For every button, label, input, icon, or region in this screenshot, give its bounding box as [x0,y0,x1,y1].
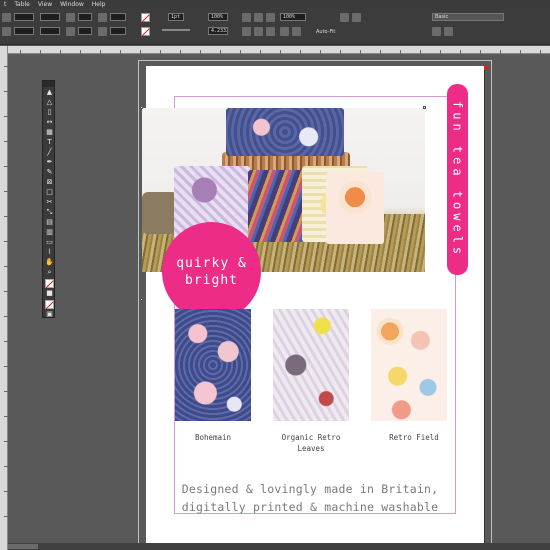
page-icon[interactable]: ▯ [45,108,54,117]
auto-fit-label[interactable]: Auto-Fit [316,29,335,35]
constrain-icon[interactable] [2,27,11,36]
fill-frame-icon[interactable] [280,27,289,36]
blue-towel [226,108,344,156]
caption-organic-retro-leaves: Organic Retro Leaves [262,432,360,454]
content-collector-icon[interactable]: ▦ [45,128,54,137]
product-image-organic-retro-leaves[interactable] [273,309,349,421]
caption-bohemain: Bohemain [194,433,232,442]
shadow-icon[interactable] [444,27,453,36]
tagline-line-2: digitally printed & machine washable [181,500,439,514]
scrollbar-thumb[interactable] [8,544,38,549]
reference-point-icon[interactable] [2,13,11,22]
opacity-field[interactable]: 100% [208,13,228,21]
menu-item-table[interactable]: Table [10,1,34,8]
scissors-icon[interactable]: ✂ [45,198,54,207]
gradient-feather-icon[interactable]: ▥ [45,228,54,237]
select-container-icon[interactable] [292,27,301,36]
control-panel: 1pt 100% 4.2333 mm 100% Auto-Fit Basic [0,9,550,45]
note-icon[interactable]: ▭ [45,238,54,247]
menu-item-window[interactable]: Window [56,1,88,8]
indesign-window: t Table View Window Help 1pt 100% 4.2333… [0,0,550,550]
view-mode-icon[interactable]: ▣ [45,310,54,319]
scale-x-field[interactable] [78,13,92,21]
quirky-bright-badge[interactable]: quirky & bright [162,222,261,321]
scale-y-field[interactable] [78,27,92,35]
shear-field[interactable] [110,27,126,35]
pen-icon[interactable]: ✒ [45,158,54,167]
type-icon[interactable]: T [45,138,54,147]
style-dropdown[interactable]: Basic [432,13,504,21]
apply-color-icon[interactable]: ■ [45,289,54,298]
stroke-weight-field[interactable]: 1pt [168,13,184,21]
zoom-icon[interactable]: ⌕ [45,268,54,277]
scale-x-icon[interactable] [66,13,75,22]
frame-handle[interactable] [140,106,143,109]
menu-bar: t Table View Window Help [0,0,550,9]
fit-content-icon[interactable] [254,27,263,36]
menu-item-view[interactable]: View [34,1,56,8]
wrap-shape-icon[interactable] [352,13,361,22]
tools-panel: ▲ △ ▯ ↔ ▦ T ╱ ✒ ✎ ⊠ □ ✂ ⤡ ▤ ▥ ▭ ⌇ ✋ ⌕ ■ … [42,80,55,318]
wrap-icon[interactable] [340,13,349,22]
caption-retro-field: Retro Field [389,433,439,442]
fill-none-swatch[interactable] [141,13,150,22]
striped-towel [248,170,304,242]
rectangle-frame-icon[interactable]: ⊠ [45,178,54,187]
menu-item-t[interactable]: t [0,1,10,8]
apply-none-swatch[interactable] [45,300,54,309]
gradient-swatch-icon[interactable]: ▤ [45,218,54,227]
menu-item-help[interactable]: Help [88,1,110,8]
fit-frame-icon[interactable] [242,27,251,36]
shear-icon[interactable] [98,27,107,36]
zoom-field[interactable]: 100% [280,13,306,21]
rock [142,192,178,234]
free-transform-icon[interactable]: ⤡ [45,208,54,217]
tagline-line-1: Designed & lovingly made in Britain, [181,482,439,496]
product-image-bohemain[interactable] [175,309,251,421]
hand-icon[interactable]: ✋ [45,258,54,267]
vertical-badge-text: fun tea towels [450,100,465,259]
fill-stroke-swatch[interactable] [45,279,54,288]
badge-line-2: bright [185,272,238,288]
frame-marker [484,66,488,70]
caption-line-1: Organic Retro [281,433,341,442]
selection-icon[interactable]: ▲ [45,88,54,97]
x-field[interactable] [14,13,34,21]
rectangle-icon[interactable]: □ [45,188,54,197]
tools-panel-grip[interactable] [43,81,54,87]
scale-y-icon[interactable] [66,27,75,36]
center-content-icon[interactable] [266,27,275,36]
product-image-retro-field[interactable] [371,309,447,421]
caption-line-2: Leaves [297,444,325,453]
pencil-icon[interactable]: ✎ [45,168,54,177]
height-field[interactable] [40,27,60,35]
vertical-ruler[interactable] [0,46,8,550]
effects-icon[interactable] [432,27,441,36]
value-field[interactable]: 4.2333 mm [208,27,228,35]
stroke-none-swatch[interactable] [141,27,150,36]
badge-line-1: quirky & [176,255,247,271]
horizontal-scrollbar[interactable] [8,543,550,550]
direct-selection-icon[interactable]: △ [45,98,54,107]
align-left-icon[interactable] [242,13,251,22]
eyedropper-icon[interactable]: ⌇ [45,248,54,257]
frame-handle[interactable] [423,106,426,109]
orange-towel [326,172,384,244]
gap-icon[interactable]: ↔ [45,118,54,127]
stroke-type-dropdown[interactable] [162,29,190,31]
frame-handle[interactable] [140,298,143,301]
tagline[interactable]: Designed & lovingly made in Britain, dig… [160,480,460,516]
fun-tea-towels-badge[interactable]: fun tea towels [447,84,468,275]
horizontal-ruler[interactable] [8,46,550,54]
align-center-icon[interactable] [254,13,263,22]
rotate-field[interactable] [110,13,126,21]
rotate-icon[interactable] [98,13,107,22]
y-field[interactable] [14,27,34,35]
width-field[interactable] [40,13,60,21]
align-right-icon[interactable] [266,13,275,22]
line-icon[interactable]: ╱ [45,148,54,157]
